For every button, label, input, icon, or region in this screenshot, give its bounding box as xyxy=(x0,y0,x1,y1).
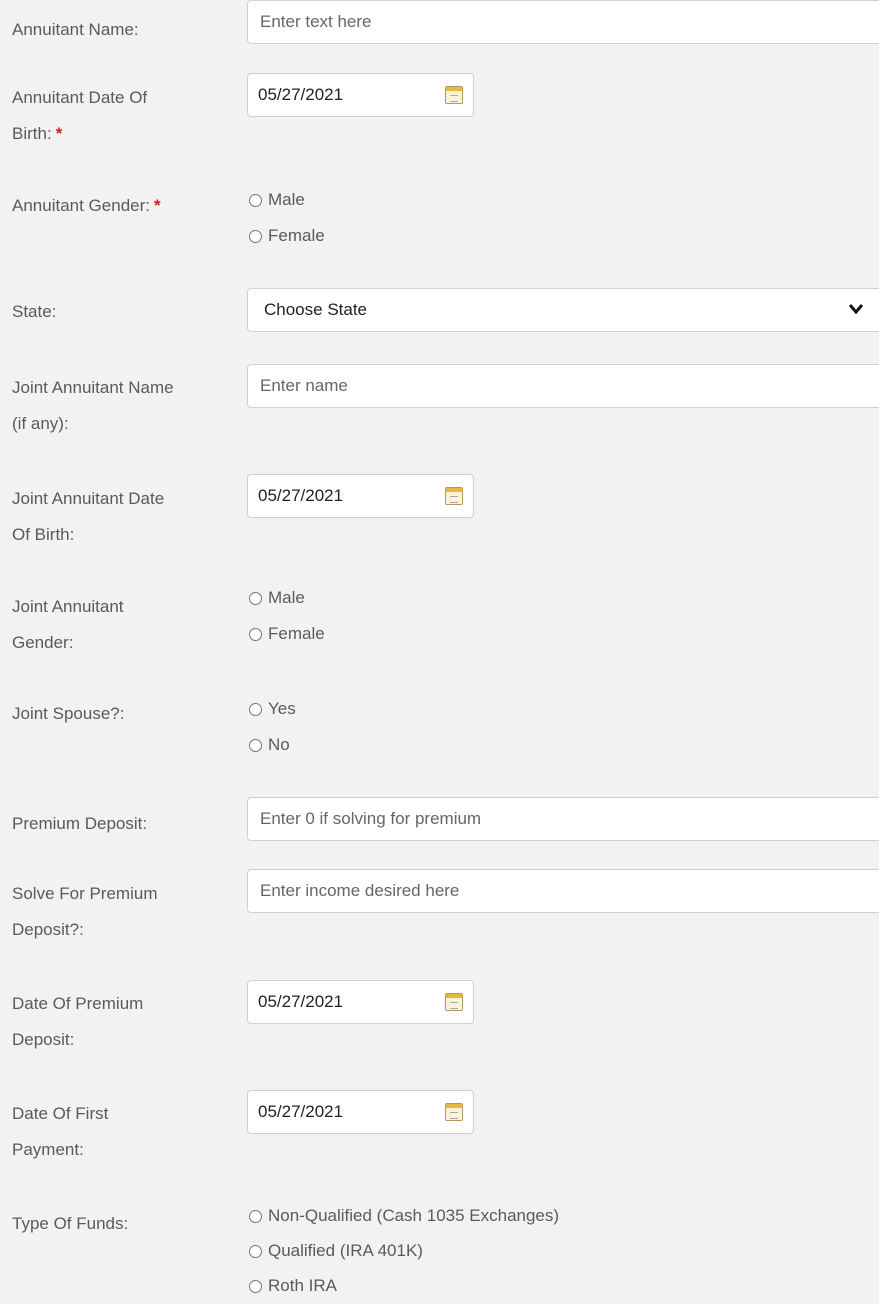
joint-gender-label: Joint Annuitant Gender: xyxy=(12,589,227,661)
first-payment-label-line2: Payment: xyxy=(12,1140,84,1159)
joint-name-label-line2: (if any): xyxy=(12,414,69,433)
annuitant-dob-label-line2: Birth: * xyxy=(12,124,63,143)
calendar-icon[interactable] xyxy=(445,1103,463,1121)
premium-date-label-line1: Date Of Premium xyxy=(12,994,144,1013)
annuitant-dob-input[interactable]: 05/27/2021 xyxy=(247,73,474,117)
premium-date-value: 05/27/2021 xyxy=(258,992,344,1011)
annuitant-dob-value: 05/27/2021 xyxy=(258,85,344,104)
radio-circle-icon[interactable] xyxy=(249,738,262,752)
joint-spouse-label: Joint Spouse?: xyxy=(12,704,125,723)
annuitant-name-label: Annuitant Name: xyxy=(12,20,139,39)
annuitant-gender-label: Annuitant Gender: * xyxy=(12,196,161,215)
joint-dob-label-line2: Of Birth: xyxy=(12,525,75,544)
joint-gender-male-radio[interactable]: Male xyxy=(249,580,305,616)
calendar-icon[interactable] xyxy=(445,487,463,505)
joint-dob-input[interactable]: 05/27/2021 xyxy=(247,474,474,518)
premium-deposit-placeholder: Enter 0 if solving for premium xyxy=(260,809,482,828)
joint-gender-label-line1: Joint Annuitant xyxy=(12,597,124,616)
joint-gender-label-line2: Gender: xyxy=(12,633,74,652)
joint-dob-label: Joint Annuitant Date Of Birth: xyxy=(12,481,227,553)
solve-premium-placeholder: Enter income desired here xyxy=(260,881,460,900)
radio-circle-icon[interactable] xyxy=(249,229,262,243)
radio-label: Non-Qualified (Cash 1035 Exchanges) xyxy=(268,1206,560,1225)
radio-circle-icon[interactable] xyxy=(249,1279,262,1293)
first-payment-label: Date Of First Payment: xyxy=(12,1096,227,1168)
first-payment-label-line1: Date Of First xyxy=(12,1104,109,1123)
state-select[interactable]: Choose State xyxy=(247,288,879,332)
premium-date-input[interactable]: 05/27/2021 xyxy=(247,980,474,1024)
radio-label: Male xyxy=(268,588,305,607)
state-selected-value: Choose State xyxy=(264,300,368,319)
chevron-down-icon xyxy=(848,304,864,315)
solve-premium-input[interactable]: Enter income desired here xyxy=(247,869,879,913)
joint-dob-label-line1: Joint Annuitant Date xyxy=(12,489,165,508)
joint-name-input[interactable]: Enter name xyxy=(247,364,879,408)
radio-label: Female xyxy=(268,624,325,643)
radio-label: Yes xyxy=(268,699,296,718)
required-marker: * xyxy=(153,196,161,215)
annuitant-name-input[interactable]: Enter text here xyxy=(247,0,879,44)
fund-type-nonqualified-radio[interactable]: Non-Qualified (Cash 1035 Exchanges) xyxy=(249,1198,559,1234)
annuitant-gender-male-radio[interactable]: Male xyxy=(249,182,305,218)
premium-deposit-input[interactable]: Enter 0 if solving for premium xyxy=(247,797,879,841)
joint-spouse-no-radio[interactable]: No xyxy=(249,727,290,763)
required-marker: * xyxy=(55,124,63,143)
joint-name-label: Joint Annuitant Name (if any): xyxy=(12,370,227,442)
solve-premium-label-line1: Solve For Premium xyxy=(12,884,158,903)
fund-type-label: Type Of Funds: xyxy=(12,1214,129,1233)
first-payment-input[interactable]: 05/27/2021 xyxy=(247,1090,474,1134)
radio-circle-icon[interactable] xyxy=(249,627,262,641)
fund-type-roth-radio[interactable]: Roth IRA xyxy=(249,1268,337,1304)
annuitant-dob-label: Annuitant Date Of Birth: * xyxy=(12,80,227,152)
radio-circle-icon[interactable] xyxy=(249,591,262,605)
annuitant-name-placeholder: Enter text here xyxy=(260,12,372,31)
radio-label: Female xyxy=(268,226,325,245)
radio-circle-icon[interactable] xyxy=(249,702,262,716)
radio-label: Roth IRA xyxy=(268,1276,337,1295)
radio-label: No xyxy=(268,735,290,754)
fund-type-qualified-radio[interactable]: Qualified (IRA 401K) xyxy=(249,1233,423,1269)
annuitant-dob-label-line1: Annuitant Date Of xyxy=(12,88,148,107)
joint-dob-value: 05/27/2021 xyxy=(258,486,344,505)
radio-circle-icon[interactable] xyxy=(249,1209,262,1223)
radio-label: Qualified (IRA 401K) xyxy=(268,1241,423,1260)
joint-name-label-line1: Joint Annuitant Name xyxy=(12,378,174,397)
calendar-icon[interactable] xyxy=(445,993,463,1011)
joint-gender-female-radio[interactable]: Female xyxy=(249,616,325,652)
radio-label: Male xyxy=(268,190,305,209)
premium-deposit-label: Premium Deposit: xyxy=(12,814,148,833)
annuitant-gender-female-radio[interactable]: Female xyxy=(249,218,325,254)
joint-name-placeholder: Enter name xyxy=(260,376,348,395)
state-label: State: xyxy=(12,302,57,321)
first-payment-value: 05/27/2021 xyxy=(258,1102,344,1121)
premium-date-label: Date Of Premium Deposit: xyxy=(12,986,227,1058)
radio-circle-icon[interactable] xyxy=(249,1244,262,1258)
premium-date-label-line2: Deposit: xyxy=(12,1030,75,1049)
solve-premium-label-line2: Deposit?: xyxy=(12,920,84,939)
joint-spouse-yes-radio[interactable]: Yes xyxy=(249,691,296,727)
calendar-icon[interactable] xyxy=(445,86,463,104)
radio-circle-icon[interactable] xyxy=(249,193,262,207)
solve-premium-label: Solve For Premium Deposit?: xyxy=(12,876,227,948)
